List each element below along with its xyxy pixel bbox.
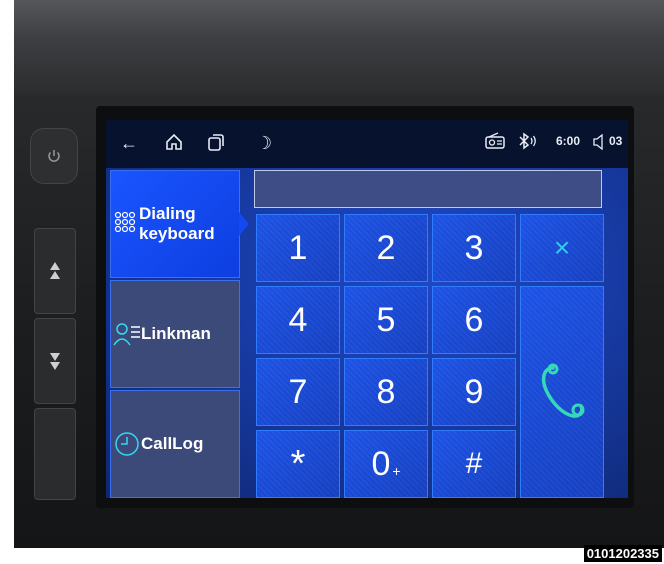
sidebar-item-linkman[interactable]: Linkman bbox=[110, 280, 240, 388]
key-star[interactable]: * bbox=[256, 430, 340, 498]
recents-icon[interactable] bbox=[206, 132, 226, 157]
back-icon[interactable]: ← bbox=[120, 132, 138, 154]
sidebar-label-calllog: CallLog bbox=[141, 434, 204, 453]
power-icon bbox=[48, 150, 60, 162]
night-mode-icon[interactable]: ☽ bbox=[256, 132, 272, 154]
side-button-bottom[interactable] bbox=[34, 408, 76, 500]
keypad-icon bbox=[114, 211, 136, 233]
sidebar-label-linkman: Linkman bbox=[141, 324, 211, 343]
status-bar: ← ☽ 6:00 03 bbox=[106, 120, 628, 168]
key-0[interactable]: 0 + bbox=[344, 430, 428, 498]
key-8[interactable]: 8 bbox=[344, 358, 428, 426]
key-hash[interactable]: # bbox=[432, 430, 516, 498]
seek-down-button[interactable] bbox=[34, 318, 76, 404]
double-chevron-down-icon bbox=[50, 353, 60, 370]
seek-up-button[interactable] bbox=[34, 228, 76, 314]
contacts-icon bbox=[113, 323, 140, 346]
sidebar-label-dialing: Dialing bbox=[139, 204, 196, 223]
home-icon[interactable] bbox=[164, 132, 184, 157]
volume-level: 03 bbox=[609, 134, 623, 148]
key-0-plus: + bbox=[392, 463, 401, 479]
delete-button[interactable]: × bbox=[520, 214, 604, 282]
photo-label: 0101202335 bbox=[583, 545, 662, 562]
key-4[interactable]: 4 bbox=[256, 286, 340, 354]
volume-icon[interactable] bbox=[592, 133, 606, 156]
key-6[interactable]: 6 bbox=[432, 286, 516, 354]
double-chevron-up-icon bbox=[50, 262, 60, 279]
clock-icon bbox=[115, 432, 139, 456]
key-2[interactable]: 2 bbox=[344, 214, 428, 282]
active-pointer bbox=[239, 212, 249, 236]
bluetooth-icon bbox=[516, 132, 538, 157]
sidebar-item-dialing-keyboard[interactable]: Dialing keyboard bbox=[110, 170, 240, 278]
radio-icon bbox=[484, 132, 506, 155]
sidebar-label-keyboard: keyboard bbox=[139, 224, 215, 243]
call-button[interactable] bbox=[520, 286, 604, 498]
phone-handset-icon bbox=[541, 363, 585, 418]
key-1[interactable]: 1 bbox=[256, 214, 340, 282]
power-button[interactable] bbox=[30, 128, 78, 184]
key-9[interactable]: 9 bbox=[432, 358, 516, 426]
key-7[interactable]: 7 bbox=[256, 358, 340, 426]
dialer-screen: ← ☽ 6:00 03 Dialing keyboard Linkman Cal… bbox=[106, 120, 628, 498]
clock-time: 6:00 bbox=[556, 134, 581, 148]
key-0-label: 0 bbox=[371, 444, 391, 483]
key-3[interactable]: 3 bbox=[432, 214, 516, 282]
key-5[interactable]: 5 bbox=[344, 286, 428, 354]
device-bezel-top bbox=[14, 0, 664, 95]
sidebar-item-calllog[interactable]: CallLog bbox=[110, 390, 240, 498]
number-display[interactable] bbox=[254, 170, 602, 208]
